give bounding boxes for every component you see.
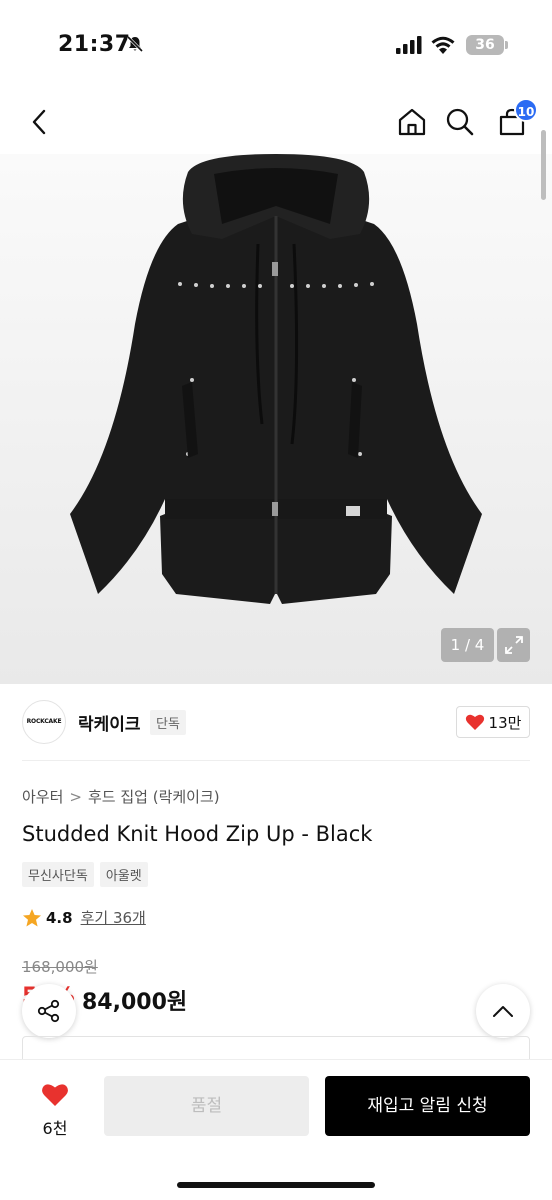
back-button[interactable] (22, 104, 58, 140)
wish-button[interactable]: 6천 (28, 1082, 82, 1139)
rating-score: 4.8 (46, 908, 73, 927)
search-icon (446, 108, 474, 136)
sale-price: 84,000원 (82, 990, 188, 1015)
bell-off-icon (126, 35, 144, 57)
scroll-indicator[interactable] (541, 130, 546, 200)
breadcrumb-item[interactable]: 아우터 (22, 788, 63, 806)
battery-indicator: 36 (466, 35, 504, 55)
home-indicator (177, 1182, 375, 1188)
scroll-to-top-button[interactable] (476, 984, 530, 1038)
top-navigation: 10 (0, 90, 552, 154)
battery-tip (505, 41, 508, 49)
product-tag: 무신사단독 (22, 862, 94, 887)
original-price: 168,000원 (22, 958, 98, 976)
cellular-signal-icon (396, 36, 422, 58)
brand-like-count: 13만 (488, 713, 522, 732)
product-title: Studded Knit Hood Zip Up - Black (22, 822, 373, 846)
brand-like-button[interactable]: 13만 (456, 706, 530, 738)
chevron-up-icon (493, 1006, 513, 1017)
expand-image-button[interactable] (497, 628, 530, 662)
product-photo (70, 154, 482, 604)
brand-exclusive-tag: 단독 (150, 710, 186, 735)
heart-icon (465, 714, 484, 730)
breadcrumb-item[interactable]: 후드 집업 (락케이크) (88, 788, 220, 806)
brand-logo[interactable]: ROCKCAKE (22, 700, 66, 744)
image-counter: 1 / 4 (441, 628, 494, 662)
expand-icon (504, 636, 523, 654)
restock-notify-button[interactable]: 재입고 알림 신청 (325, 1076, 530, 1136)
status-time: 21:37 (58, 32, 131, 57)
home-icon (398, 108, 426, 136)
cart-button[interactable]: 10 (494, 98, 538, 140)
sold-out-button[interactable]: 품절 (104, 1076, 309, 1136)
wifi-icon (430, 35, 456, 59)
divider (22, 760, 530, 761)
star-icon (23, 908, 41, 926)
search-button[interactable] (442, 104, 478, 140)
bottom-purchase-bar: 6천 품절 재입고 알림 신청 (0, 1060, 552, 1200)
home-button[interactable] (394, 104, 430, 140)
brand-row: ROCKCAKE 락케이크 단독 13만 (22, 700, 530, 744)
back-icon (32, 109, 46, 135)
share-icon (37, 999, 60, 1023)
share-button[interactable] (22, 984, 76, 1038)
product-image-gallery[interactable]: 1 / 4 (0, 154, 552, 684)
product-tag: 아울렛 (99, 862, 148, 887)
chevron-right-icon: > (69, 788, 82, 806)
review-link[interactable]: 후기 36개 (81, 907, 146, 928)
product-tags: 무신사단독 아울렛 (22, 862, 148, 887)
wish-count: 6천 (42, 1119, 68, 1138)
rating: 4.8 후기 36개 (22, 907, 146, 928)
breadcrumb: 아우터 > 후드 집업 (락케이크) (22, 786, 220, 807)
heart-icon (42, 1084, 68, 1106)
cart-count-badge: 10 (514, 98, 538, 122)
brand-name[interactable]: 락케이크 (78, 710, 141, 735)
status-bar: 21:37 36 (0, 0, 552, 90)
